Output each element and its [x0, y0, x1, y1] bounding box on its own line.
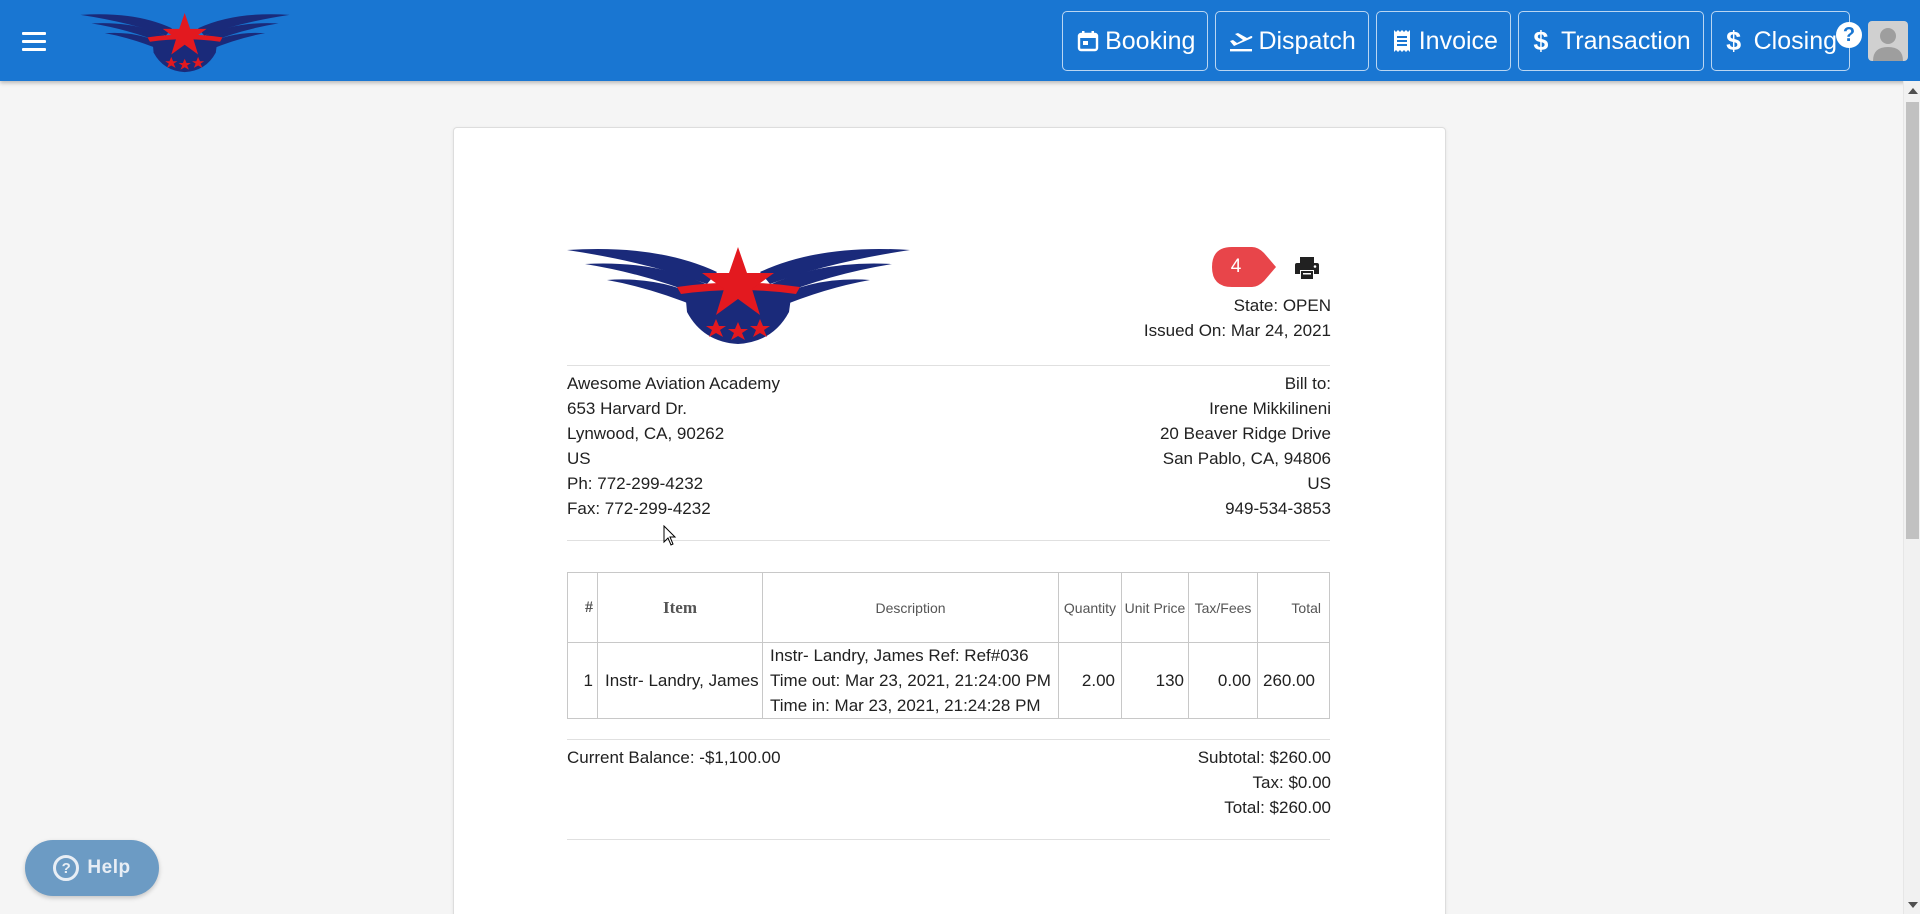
academy-logo[interactable] [80, 10, 290, 74]
avatar[interactable] [1868, 21, 1908, 61]
row-unit-price: 130 [1121, 642, 1189, 719]
menu-icon[interactable] [18, 24, 52, 58]
current-balance: Current Balance: -$1,100.00 [567, 748, 781, 767]
col-header-unit-price: Unit Price [1121, 572, 1189, 643]
row-description: Instr- Landry, James Ref: Ref#036 Time o… [762, 642, 1059, 719]
nav-transaction-label: Transaction [1560, 26, 1691, 55]
row-item: Instr- Landry, James [597, 642, 763, 719]
nav-booking-label: Booking [1105, 26, 1196, 55]
nav-dispatch-label: Dispatch [1258, 26, 1356, 55]
help-question-icon[interactable]: ? [1836, 22, 1862, 48]
nav-booking-button[interactable]: Booking [1062, 11, 1209, 71]
col-header-item: Item [597, 572, 763, 643]
print-icon[interactable] [1294, 256, 1320, 280]
bill-to-address: Bill to: Irene Mikkilineni 20 Beaver Rid… [1160, 371, 1331, 521]
divider [567, 365, 1330, 366]
row-description-line: Time in: Mar 23, 2021, 21:24:28 PM [770, 696, 1041, 715]
scroll-down-arrow[interactable] [1908, 902, 1918, 908]
row-number: 1 [567, 642, 598, 719]
col-header-tax-fees: Tax/Fees [1188, 572, 1258, 643]
dollar-icon: $ [1533, 25, 1549, 56]
bill-to-street: 20 Beaver Ridge Drive [1159, 424, 1331, 443]
receipt-icon [1389, 28, 1415, 54]
bill-to-country: US [1307, 474, 1331, 493]
nav-invoice-label: Invoice [1418, 26, 1498, 55]
main-nav: Booking Dispatch Invoice $ Transaction $… [1062, 11, 1850, 71]
row-description-line: Time out: Mar 23, 2021, 21:24:00 PM [770, 671, 1051, 690]
help-button[interactable]: ? Help [25, 840, 159, 896]
calendar-icon [1075, 28, 1101, 54]
sender-phone: Ph: 772-299-4232 [567, 474, 704, 493]
col-header-description: Description [762, 572, 1059, 643]
nav-invoice-button[interactable]: Invoice [1375, 11, 1511, 71]
nav-transaction-button[interactable]: $ Transaction [1517, 11, 1704, 71]
invoice-totals: Subtotal: $260.00 Tax: $0.00 Total: $260… [1198, 745, 1331, 820]
dollar-icon: $ [1726, 25, 1742, 56]
nav-dispatch-button[interactable]: Dispatch [1215, 11, 1369, 71]
help-circle-icon: ? [53, 855, 80, 881]
sender-street: 653 Harvard Dr. [567, 399, 687, 418]
invoice-issued-date: Issued On: Mar 24, 2021 [1143, 321, 1331, 340]
bill-to-city: San Pablo, CA, 94806 [1162, 449, 1331, 468]
invoice-meta: State: OPEN Issued On: Mar 24, 2021 [1144, 293, 1331, 343]
table-header-row: # Item Description Quantity Unit Price T… [567, 572, 1330, 643]
mouse-cursor [663, 525, 677, 546]
bill-to-heading: Bill to: [1284, 374, 1331, 393]
sender-city: Lynwood, CA, 90262 [567, 424, 725, 443]
divider [567, 540, 1330, 541]
scroll-up-arrow[interactable] [1908, 88, 1918, 94]
divider [567, 739, 1330, 740]
app-bar: Booking Dispatch Invoice $ Transaction $… [0, 0, 1920, 81]
nav-closing-label: Closing [1753, 26, 1837, 55]
tax-total: Tax: $0.00 [1252, 773, 1331, 792]
grand-total: Total: $260.00 [1224, 798, 1331, 817]
row-description-line: Instr- Landry, James Ref: Ref#036 [770, 646, 1029, 665]
step-badge-number: 4 [1230, 256, 1242, 277]
row-tax-fees: 0.00 [1188, 642, 1258, 719]
row-quantity: 2.00 [1058, 642, 1122, 719]
page-scrollbar[interactable] [1903, 81, 1920, 914]
invoice-items-table: # Item Description Quantity Unit Price T… [567, 572, 1330, 719]
bill-to-name: Irene Mikkilineni [1209, 399, 1331, 418]
bill-to-phone: 949-534-3853 [1225, 499, 1331, 518]
invoice-logo [567, 247, 910, 344]
col-header-total: Total [1257, 572, 1330, 643]
help-button-label: Help [87, 857, 131, 878]
subtotal: Subtotal: $260.00 [1197, 748, 1331, 767]
sender-name: Awesome Aviation Academy [567, 374, 780, 393]
nav-closing-button[interactable]: $ Closing [1710, 11, 1850, 71]
scrollbar-thumb[interactable] [1906, 102, 1919, 539]
step-badge: 4 [1212, 247, 1282, 287]
table-row: 1 Instr- Landry, James Instr- Landry, Ja… [567, 642, 1330, 719]
invoice-state: State: OPEN [1233, 296, 1331, 315]
col-header-number: # [567, 572, 598, 643]
sender-country: US [567, 449, 591, 468]
col-header-quantity: Quantity [1058, 572, 1122, 643]
sender-address: Awesome Aviation Academy 653 Harvard Dr.… [567, 371, 780, 521]
divider [567, 839, 1330, 840]
plane-takeoff-icon [1228, 28, 1254, 54]
row-total: 260.00 [1257, 642, 1330, 719]
sender-fax: Fax: 772-299-4232 [567, 499, 711, 518]
